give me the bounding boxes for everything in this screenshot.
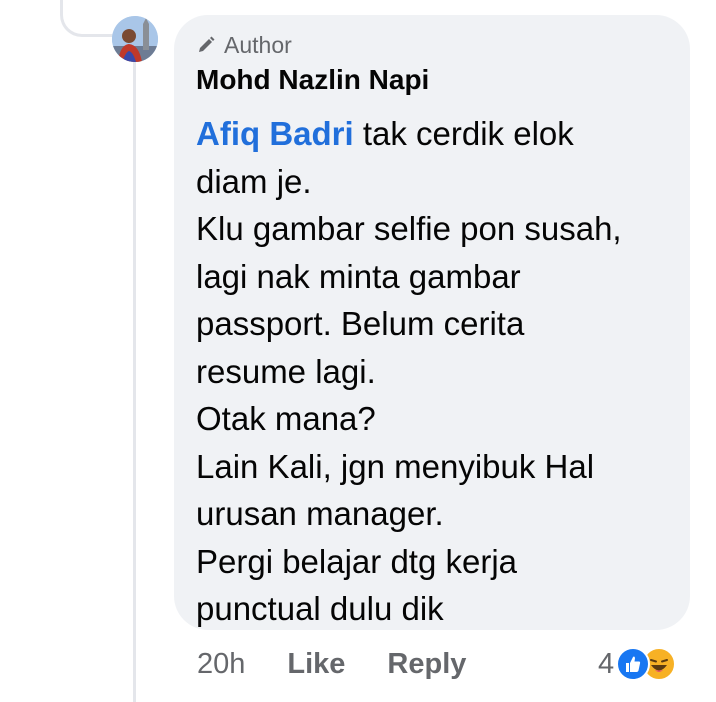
comment-line: passport. Belum cerita	[196, 305, 525, 342]
mention-link[interactable]: Afiq Badri	[196, 115, 354, 152]
comment-line: Afiq Badri tak cerdik elok	[196, 110, 676, 158]
comment-line: urusan manager.	[196, 495, 444, 532]
comment-line: punctual dulu dik	[196, 590, 444, 627]
comment-actions: 20h Like Reply	[197, 644, 466, 684]
thread-line	[133, 62, 136, 702]
timestamp[interactable]: 20h	[197, 648, 245, 681]
pencil-icon	[199, 36, 215, 52]
comment-line: Klu gambar selfie pon susah,	[196, 210, 622, 247]
comment-line: Lain Kali, jgn menyibuk Hal	[196, 447, 595, 485]
reactions-summary[interactable]: 4	[598, 644, 677, 684]
comment-line: Pergi belajar dtg kerja	[196, 542, 518, 580]
reply-button[interactable]: Reply	[387, 648, 466, 681]
comment-line: diam je.	[196, 162, 312, 200]
comment-line: Otak mana?	[196, 400, 376, 437]
like-button[interactable]: Like	[287, 648, 345, 681]
avatar-image	[112, 16, 158, 62]
comment-line-rest: tak cerdik elok	[353, 115, 574, 152]
author-badge: Author	[196, 31, 292, 59]
avatar[interactable]	[112, 16, 158, 62]
like-icon	[616, 647, 651, 681]
comment-text: Afiq Badri tak cerdik elok diam je. Klu …	[196, 110, 676, 633]
comment-line: lagi nak minta gambar	[196, 257, 521, 295]
author-badge-label: Author	[224, 31, 292, 58]
commenter-name[interactable]: Mohd Nazlin Napi	[196, 64, 429, 96]
reaction-count: 4	[598, 647, 615, 680]
comment-line: resume lagi.	[196, 352, 376, 390]
